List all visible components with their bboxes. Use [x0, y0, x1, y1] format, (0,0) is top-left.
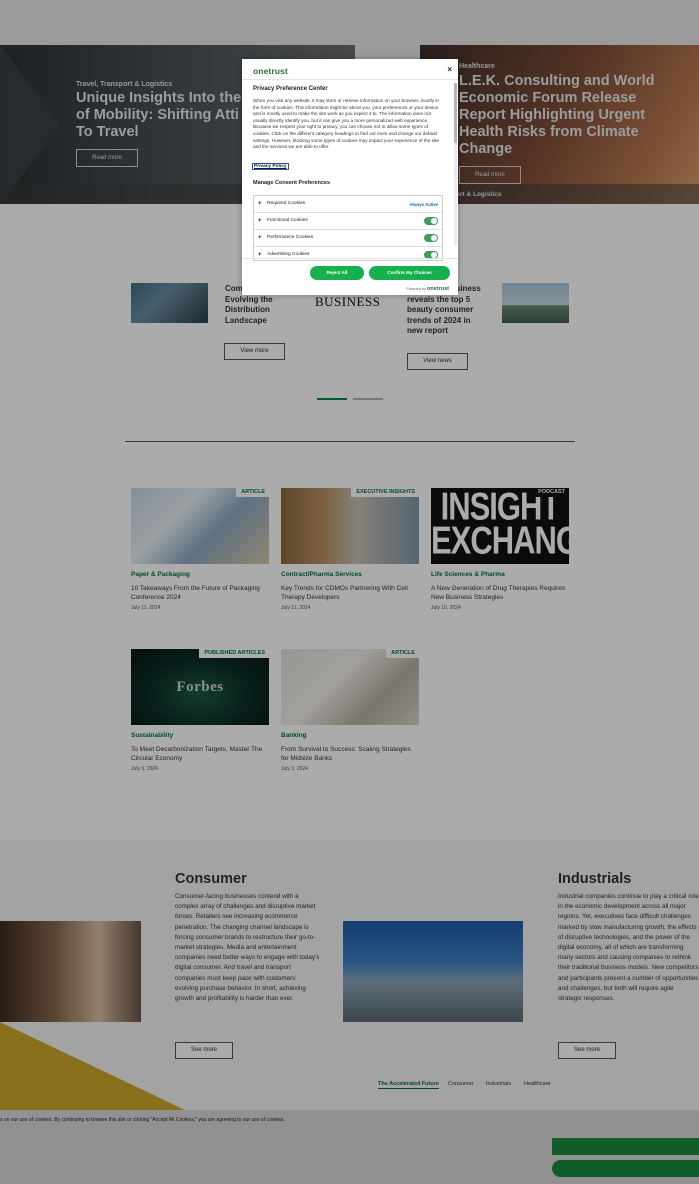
powered-by-onetrust: Powered by onetrust — [406, 286, 449, 292]
modal-scrollbar[interactable] — [454, 83, 457, 245]
always-active-label: Always Active — [409, 202, 438, 207]
consent-categories-list[interactable]: + Required Cookies Always Active + Funct… — [253, 195, 443, 261]
powered-by-brand: onetrust — [427, 286, 449, 292]
confirm-choices-button[interactable]: Confirm My Choices — [369, 266, 450, 280]
expand-plus-icon[interactable]: + — [258, 201, 262, 207]
privacy-policy-link[interactable]: Privacy Policy — [252, 163, 289, 170]
consent-label: Advertising Cookies — [267, 252, 310, 257]
manage-consent-title: Manage Consent Preferences — [253, 180, 331, 186]
consent-row-functional[interactable]: + Functional Cookies — [254, 213, 442, 230]
expand-plus-icon[interactable]: + — [258, 218, 262, 224]
privacy-preference-modal: onetrust × Privacy Preference Center Whe… — [242, 59, 458, 295]
onetrust-logo: onetrust — [253, 66, 288, 76]
expand-plus-icon[interactable]: + — [258, 235, 262, 241]
consent-row-performance[interactable]: + Performance Cookies — [254, 230, 442, 247]
powered-by-label: Powered by — [406, 287, 426, 291]
consent-label: Performance Cookies — [267, 235, 314, 240]
modal-footer-divider — [242, 258, 458, 259]
consent-row-required[interactable]: + Required Cookies Always Active — [254, 196, 442, 213]
reject-all-button[interactable]: Reject All — [310, 266, 364, 280]
consent-label: Required Cookies — [267, 201, 306, 206]
performance-toggle[interactable] — [424, 234, 438, 242]
modal-divider — [242, 79, 458, 80]
privacy-description: When you visit any website, it may store… — [253, 98, 440, 150]
functional-toggle[interactable] — [424, 217, 438, 225]
consent-label: Functional Cookies — [267, 218, 308, 223]
privacy-center-title: Privacy Preference Center — [253, 86, 328, 92]
close-icon[interactable]: × — [447, 65, 452, 74]
